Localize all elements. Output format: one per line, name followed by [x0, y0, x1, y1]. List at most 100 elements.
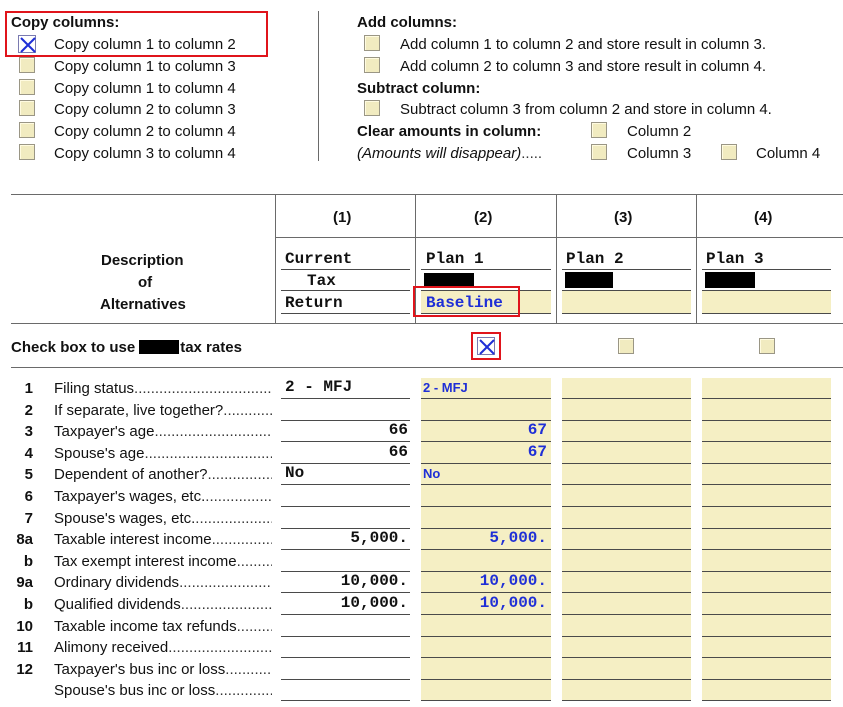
col1-value[interactable]: 2 - MFJ — [285, 378, 352, 396]
field-underline — [421, 592, 551, 593]
row-number: 6 — [24, 488, 33, 505]
add-columns-title: Add columns: — [357, 14, 457, 31]
col1-value[interactable]: 5,000. — [350, 529, 408, 547]
row-label: Dependent of another?...................… — [54, 466, 272, 483]
row-label: Spouse's age............................… — [54, 445, 272, 462]
field-underline — [421, 636, 551, 637]
name-underline — [702, 269, 831, 270]
description-heading: Alternatives — [100, 296, 186, 313]
field-underline — [702, 549, 831, 550]
check-x-icon — [20, 37, 36, 53]
column-3-name[interactable]: Plan 2 — [566, 250, 624, 268]
field-underline — [421, 398, 551, 399]
field-underline — [421, 679, 551, 680]
highlight-box — [413, 286, 520, 317]
field-underline — [702, 614, 831, 615]
col2-value[interactable]: 10,000. — [480, 572, 547, 590]
field-underline — [562, 571, 691, 572]
row-label: Spouse's wages, etc.....................… — [54, 510, 272, 527]
field-underline — [562, 484, 691, 485]
row-number: 1 — [24, 380, 33, 397]
clear-amounts-note: (Amounts will disappear)..... — [357, 145, 543, 162]
column-4-input-bg — [702, 378, 831, 701]
column-2-name[interactable]: Plan 1 — [426, 250, 484, 268]
col2-value[interactable]: 67 — [528, 443, 547, 461]
col1-value[interactable]: 66 — [389, 421, 408, 439]
column-header-4: (4) — [754, 209, 773, 226]
check-x-icon — [479, 339, 495, 355]
description-heading: of — [138, 274, 153, 291]
field-underline — [281, 549, 410, 550]
column-header-2: (2) — [474, 209, 493, 226]
add-2-to-3-checkbox[interactable] — [364, 57, 380, 73]
col2-value[interactable]: 5,000. — [489, 529, 547, 547]
copy-2-to-4-checkbox[interactable] — [19, 122, 35, 138]
section-divider — [318, 11, 319, 161]
copy-option-label: Copy column 1 to column 3 — [54, 58, 236, 75]
field-underline — [562, 506, 691, 507]
row-label: Taxable interest income.................… — [54, 531, 272, 548]
row-number: 7 — [24, 510, 33, 527]
col1-value[interactable]: 10,000. — [341, 594, 408, 612]
add-1-to-2-checkbox[interactable] — [364, 35, 380, 51]
field-underline — [702, 636, 831, 637]
copy-1-to-2-checkbox[interactable] — [18, 35, 36, 53]
field-underline — [562, 549, 691, 550]
col2-value[interactable]: 10,000. — [480, 594, 547, 612]
copy-1-to-4-checkbox[interactable] — [19, 79, 35, 95]
clear-column-2-checkbox[interactable] — [591, 122, 607, 138]
column-3-input-bg — [562, 378, 691, 701]
name-underline — [562, 290, 691, 291]
name-underline — [281, 313, 410, 314]
field-underline — [421, 657, 551, 658]
field-underline — [562, 398, 691, 399]
col1-value[interactable]: No — [285, 464, 304, 482]
column-4-name[interactable]: Plan 3 — [706, 250, 764, 268]
copy-1-to-3-checkbox[interactable] — [19, 57, 35, 73]
copy-option-label: Copy column 1 to column 4 — [54, 80, 236, 97]
field-underline — [281, 636, 410, 637]
clear-column-3-checkbox[interactable] — [591, 144, 607, 160]
row-label: Alimony received........................… — [54, 639, 272, 656]
row-number: b — [23, 553, 33, 570]
row-number: 11 — [17, 639, 33, 656]
row-number: 3 — [24, 423, 33, 440]
tax-rates-col4-checkbox[interactable] — [759, 338, 775, 354]
col1-value[interactable]: 66 — [389, 443, 408, 461]
plan2-field-bg[interactable] — [562, 291, 691, 313]
plan3-field-bg[interactable] — [702, 291, 831, 313]
row-number: 2 — [24, 402, 33, 419]
row-label: Ordinary dividends......................… — [54, 574, 272, 591]
field-underline — [702, 657, 831, 658]
copy-3-to-4-checkbox[interactable] — [19, 144, 35, 160]
subtract-checkbox[interactable] — [364, 100, 380, 116]
row-label: Taxable income tax refunds..............… — [54, 618, 272, 635]
clear-amounts-title: Clear amounts in column: — [357, 123, 542, 140]
subtract-option-label: Subtract column 3 from column 2 and stor… — [400, 101, 772, 118]
col-divider — [556, 194, 557, 324]
redaction-bar — [705, 272, 755, 288]
clear-column-4-checkbox[interactable] — [721, 144, 737, 160]
add-option-label: Add column 2 to column 3 and store resul… — [400, 58, 767, 75]
field-underline — [562, 592, 691, 593]
col-divider — [696, 194, 697, 324]
clear-column-2-label: Column 2 — [627, 123, 692, 140]
name-underline — [562, 269, 691, 270]
tax-rates-col3-checkbox[interactable] — [618, 338, 634, 354]
field-underline — [281, 484, 410, 485]
row-number: 12 — [16, 661, 33, 678]
copy-2-to-3-checkbox[interactable] — [19, 100, 35, 116]
field-underline — [702, 420, 831, 421]
col2-value[interactable]: No — [423, 466, 440, 481]
column-header-1: (1) — [333, 209, 352, 226]
column-1-name: Current — [285, 250, 353, 268]
field-underline — [281, 679, 410, 680]
tax-rates-col2-checkbox[interactable] — [477, 337, 495, 355]
field-underline — [281, 700, 410, 701]
col1-value[interactable]: 10,000. — [341, 572, 408, 590]
field-underline — [421, 700, 551, 701]
col2-value[interactable]: 2 - MFJ — [423, 380, 468, 395]
col2-value[interactable]: 67 — [528, 421, 547, 439]
field-underline — [562, 420, 691, 421]
field-underline — [702, 463, 831, 464]
